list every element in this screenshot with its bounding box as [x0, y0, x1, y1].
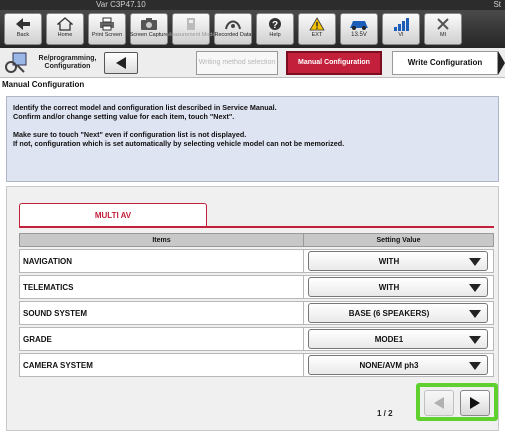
writing-method-step: Writing method selection [196, 51, 278, 75]
tab-label: MULTI AV [94, 211, 132, 220]
step-back-button[interactable] [104, 52, 138, 74]
table-row: TELEMATICS WITH [19, 275, 494, 299]
setting-value-dropdown[interactable]: WITH [308, 251, 488, 271]
item-name: TELEMATICS [19, 275, 304, 299]
step-arrow-icon [498, 51, 505, 75]
instruction-line: If not, configuration which is set autom… [13, 139, 345, 148]
table-row: NAVIGATION WITH [19, 249, 494, 273]
left-triangle-icon [116, 57, 126, 69]
dropdown-arrow-icon [469, 258, 481, 266]
table-row: SOUND SYSTEM BASE (6 SPEAKERS) [19, 301, 494, 325]
previous-page-button[interactable] [424, 390, 454, 416]
meter-icon [179, 16, 203, 32]
signal-icon [389, 16, 413, 32]
item-name: GRADE [19, 327, 304, 351]
back-icon [11, 16, 35, 32]
vi-connection-indicator: VI [382, 13, 420, 45]
items-column-header: Items [19, 233, 304, 247]
right-triangle-icon [470, 397, 480, 409]
exit-button[interactable]: EXT [298, 13, 336, 45]
car-icon [347, 16, 371, 32]
setting-value-column-header: Setting Value [304, 233, 494, 247]
manual-configuration-step: Manual Configuration [286, 51, 382, 75]
help-icon: ? [263, 16, 287, 32]
toolbar: Back Home Print Screen Screen Capture Me… [0, 10, 505, 48]
page-indicator: 1 / 2 [377, 409, 393, 418]
tab-divider [19, 226, 494, 228]
configuration-table: Items Setting Value NAVIGATION WITH TELE… [19, 233, 494, 377]
recorded-data-icon [221, 16, 245, 32]
item-name: CAMERA SYSTEM [19, 353, 304, 377]
page-title: Manual Configuration [2, 80, 85, 89]
title-strip: Var C3P47.10 St [0, 0, 505, 10]
dropdown-arrow-icon [469, 310, 481, 318]
home-icon [53, 16, 77, 32]
dropdown-arrow-icon [469, 362, 481, 370]
table-row: CAMERA SYSTEM NONE/AVM ph3 [19, 353, 494, 377]
mi-connection-indicator: MI [424, 13, 462, 45]
table-header: Items Setting Value [19, 233, 494, 247]
item-name: SOUND SYSTEM [19, 301, 304, 325]
home-button[interactable]: Home [46, 13, 84, 45]
camera-icon [137, 16, 161, 32]
setting-value-dropdown[interactable]: WITH [308, 277, 488, 297]
table-row: GRADE MODE1 [19, 327, 494, 351]
setting-value-dropdown[interactable]: MODE1 [308, 329, 488, 349]
reprogramming-step: Re/programming, Configuration [4, 51, 104, 75]
reprogramming-icon [4, 52, 28, 74]
print-screen-button[interactable]: Print Screen [88, 13, 126, 45]
dropdown-arrow-icon [469, 336, 481, 344]
instruction-line: Confirm and/or change setting value for … [13, 112, 235, 121]
printer-icon [95, 16, 119, 32]
help-button[interactable]: ? Help [256, 13, 294, 45]
recorded-data-button[interactable]: Recorded Data [214, 13, 252, 45]
dropdown-arrow-icon [469, 284, 481, 292]
vehicle-voltage-indicator: 13.5V [340, 13, 378, 45]
svg-text:?: ? [272, 20, 278, 31]
next-page-button[interactable] [460, 390, 490, 416]
instruction-box: Identify the correct model and configura… [6, 96, 499, 182]
step-bar: Re/programming, Configuration Writing me… [0, 48, 505, 78]
instruction-line: Identify the correct model and configura… [13, 103, 277, 112]
write-configuration-step: Write Configuration [392, 51, 498, 75]
disconnected-icon [431, 16, 455, 32]
title-right-label: St [493, 0, 501, 9]
item-name: NAVIGATION [19, 249, 304, 273]
tab-multi-av[interactable]: MULTI AV [19, 203, 207, 227]
version-label: Var C3P47.10 [96, 0, 146, 9]
measurement-mode-button[interactable]: Measurement Mode [167, 13, 215, 45]
left-triangle-icon [434, 397, 444, 409]
instruction-line: Make sure to touch "Next" even if config… [13, 130, 247, 139]
setting-value-dropdown[interactable]: NONE/AVM ph3 [308, 355, 488, 375]
setting-value-dropdown[interactable]: BASE (6 SPEAKERS) [308, 303, 488, 323]
back-button[interactable]: Back [4, 13, 42, 45]
warning-icon [305, 16, 329, 32]
screen-capture-button[interactable]: Screen Capture [130, 13, 168, 45]
